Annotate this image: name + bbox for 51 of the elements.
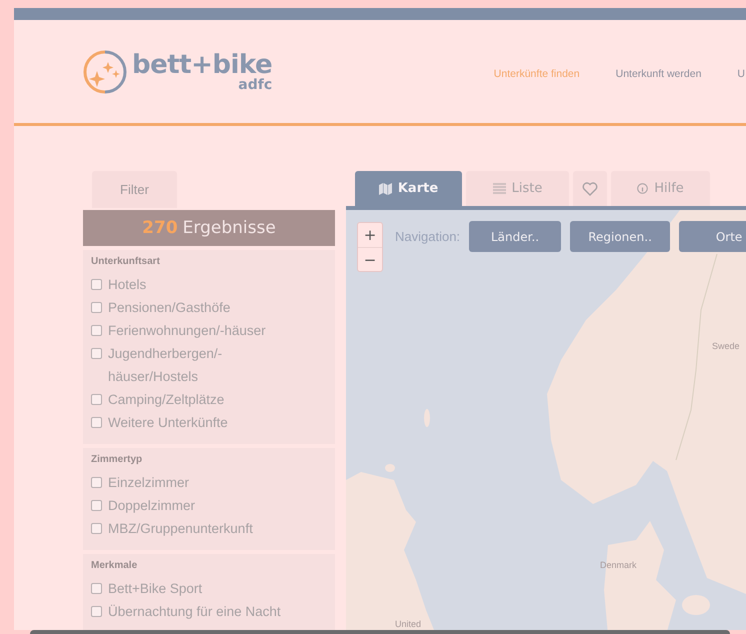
view-tab[interactable]: Karte [355, 171, 462, 206]
option-label[interactable]: Doppelzimmer [108, 494, 298, 517]
checkbox[interactable] [91, 302, 102, 313]
view-tab[interactable]: Liste [466, 171, 569, 206]
option-label[interactable]: Pensionen/Gasthöfe [108, 296, 298, 319]
checkbox[interactable] [91, 325, 102, 336]
navigation-label: Navigation: [395, 229, 460, 244]
checkbox[interactable] [91, 394, 102, 405]
section-title: Unterkunftsart [91, 256, 161, 267]
nav-link[interactable]: Unterkunft werden [616, 68, 702, 80]
checkbox[interactable] [91, 477, 102, 488]
checkbox[interactable] [91, 583, 102, 594]
checkbox[interactable] [91, 348, 102, 359]
navigation-button[interactable]: Länder.. [469, 221, 562, 252]
checkbox[interactable] [91, 500, 102, 511]
navigation-button[interactable]: Regionen.. [570, 221, 670, 252]
option-label[interactable]: Camping/Zeltplätze [108, 388, 298, 411]
option-label[interactable]: Bett+Bike Sport [108, 577, 298, 600]
checkbox[interactable] [91, 417, 102, 428]
option-label[interactable]: Weitere Unterkünfte [108, 411, 298, 434]
option-label[interactable]: Einzelzimmer [108, 471, 298, 494]
checkbox[interactable] [91, 523, 102, 534]
option-label[interactable]: MBZ/Gruppenunterkunft [108, 517, 298, 540]
view-tab[interactable] [573, 171, 607, 206]
option-label[interactable]: Ferienwohnungen/-häuser [108, 319, 298, 342]
option-label[interactable]: Übernachtung für eine Nacht [108, 600, 298, 623]
logo[interactable]: bett+bike adfc [82, 48, 272, 94]
section-title: Zimmertyp [91, 454, 144, 465]
heart-icon [582, 182, 598, 196]
zoom-out-button[interactable]: − [358, 247, 382, 271]
list-icon [492, 183, 506, 194]
section-title: Merkmale [91, 560, 138, 571]
option-label[interactable]: Jugendherbergen/-häuser/Hostels [108, 342, 298, 388]
map-icon [378, 182, 392, 194]
logo-wordmark: bett+bike [132, 52, 272, 78]
view-tab[interactable]: Hilfe [611, 171, 710, 206]
results-header: 270 Ergebnisse [83, 210, 335, 246]
filter-tab[interactable]: Filter [92, 171, 177, 208]
map-label: Swede [712, 341, 740, 351]
logo-subtitle: adfc [238, 78, 272, 92]
nav-link[interactable]: Unterkünfte finden [494, 68, 580, 80]
checkbox[interactable] [91, 606, 102, 617]
option-label[interactable]: Hotels [108, 273, 298, 296]
nav-link[interactable]: U [737, 68, 745, 80]
map-label: United [395, 619, 422, 629]
sparkle-logo-icon [82, 48, 128, 94]
zoom-in-button[interactable]: + [358, 223, 382, 247]
checkbox[interactable] [91, 279, 102, 290]
navigation-button[interactable]: Orte [679, 221, 746, 252]
info-icon [637, 183, 648, 194]
map-label: Denmark [600, 560, 637, 570]
